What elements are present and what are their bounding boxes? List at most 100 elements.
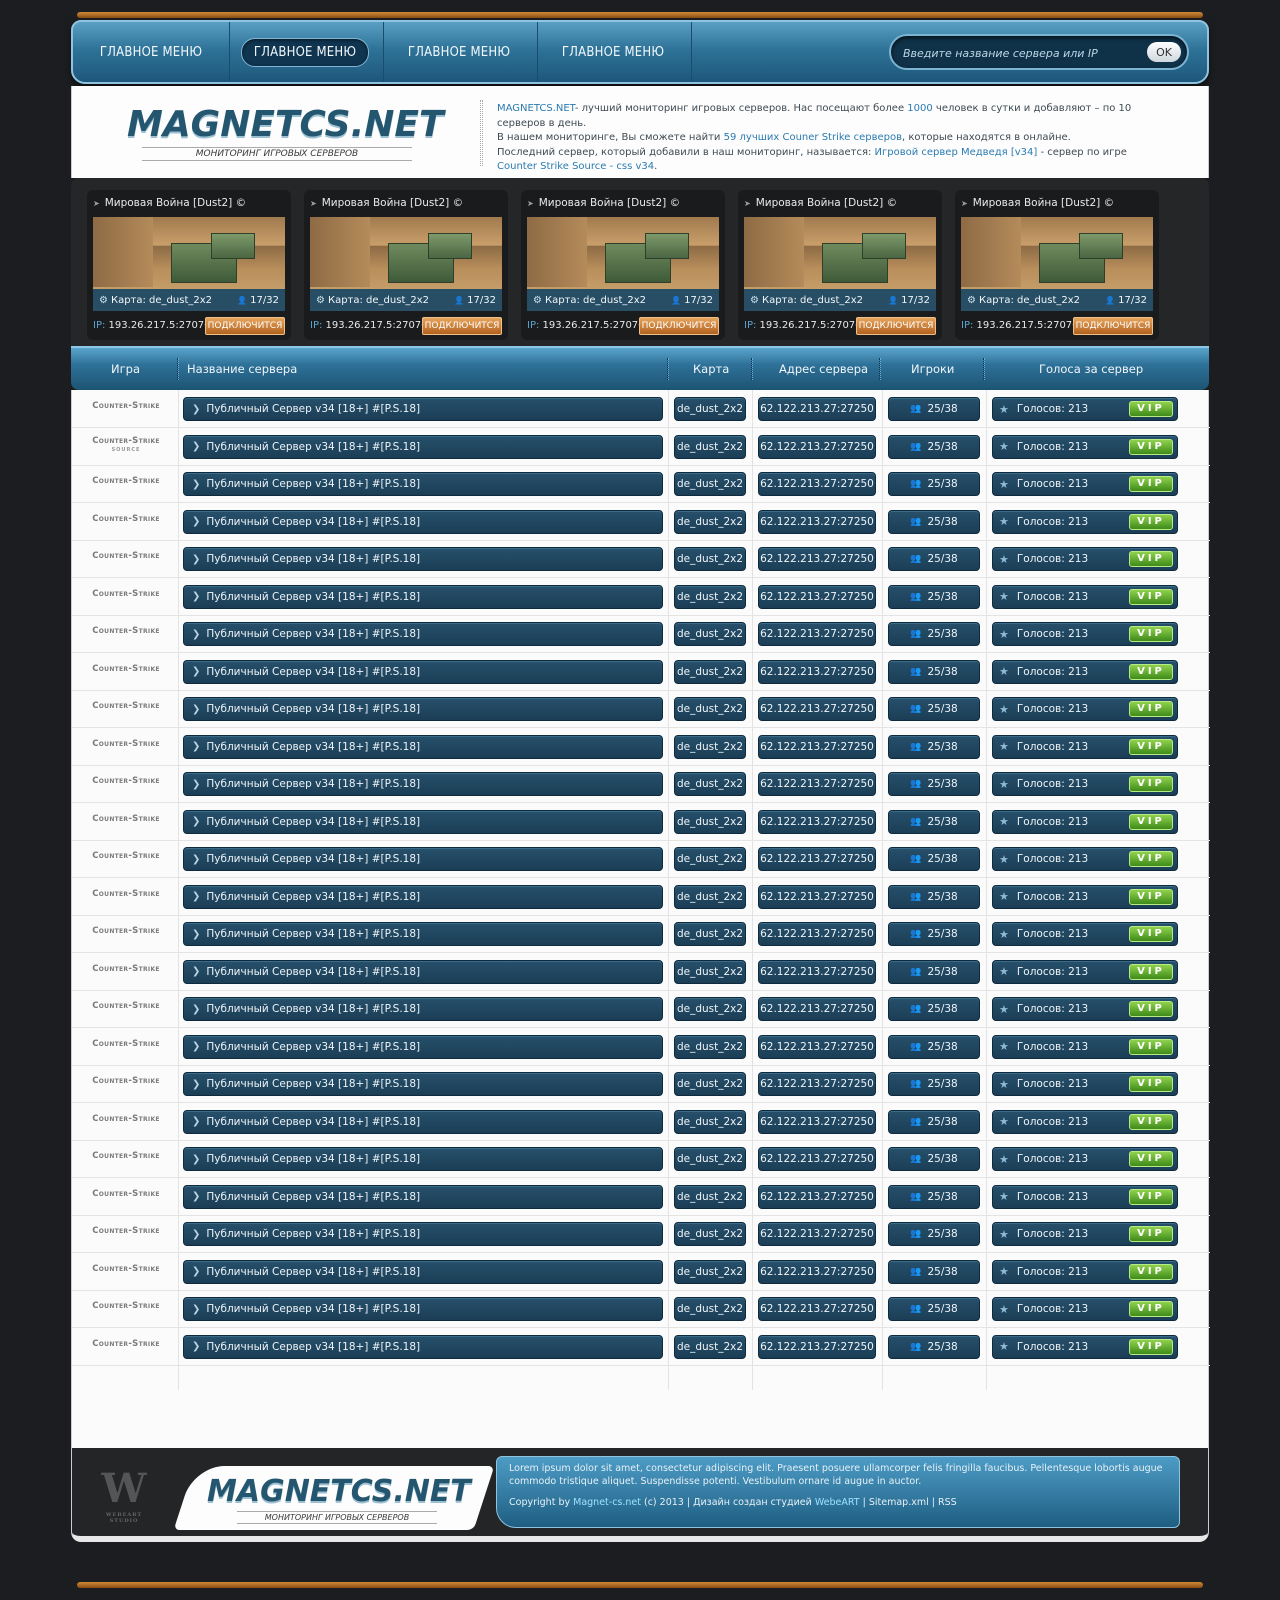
vip-button[interactable]: VIP: [1129, 438, 1173, 455]
table-row[interactable]: Counter-Strike ❯ Публичный Сервер v34 [18+…: [72, 803, 1210, 841]
table-row[interactable]: Counter-Strike ❯ Публичный Сервер v34 [18+…: [72, 765, 1210, 803]
th-game[interactable]: Игра: [111, 348, 140, 390]
server-address[interactable]: 62.122.213.27:27250: [758, 809, 876, 834]
th-name[interactable]: Название сервера: [187, 348, 297, 390]
table-row[interactable]: Counter-Strike ❯ Публичный Сервер v34 [18+…: [72, 1328, 1210, 1366]
table-row[interactable]: Counter-Strike ❯ Публичный Сервер v34 [18+…: [72, 578, 1210, 616]
vip-button[interactable]: VIP: [1129, 626, 1173, 642]
server-name[interactable]: ❯ Публичный Сервер v34 [18+] #[P.S.18]: [183, 734, 663, 759]
site-logo[interactable]: MAGNETCS.NET МОНИТОРИНГ ИГРОВЫХ СЕРВЕРОВ: [127, 104, 444, 161]
server-address[interactable]: 62.122.213.27:27250: [758, 397, 876, 421]
server-name[interactable]: ❯ Публичный Сервер v34 [18+] #[P.S.18]: [183, 772, 663, 796]
server-address[interactable]: 62.122.213.27:27250: [758, 922, 876, 946]
vip-button[interactable]: VIP: [1129, 813, 1173, 830]
connect-button[interactable]: ПОДКЛЮЧИТСЯ: [205, 317, 285, 335]
vip-button[interactable]: VIP: [1129, 1263, 1173, 1280]
table-row[interactable]: Counter-Strike ❯ Публичный Сервер v34 [18+…: [72, 1028, 1210, 1066]
vip-button[interactable]: VIP: [1129, 551, 1173, 567]
th-map[interactable]: Карта: [693, 348, 729, 390]
connect-button[interactable]: ПОДКЛЮЧИТСЯ: [1073, 317, 1153, 335]
server-address[interactable]: 62.122.213.27:27250: [758, 584, 876, 609]
best-servers-link[interactable]: 59 лучших Couner Strike серверов: [724, 132, 902, 143]
nav-item-main-menu[interactable]: ГЛАВНОЕ МЕНЮ: [381, 22, 538, 82]
vip-button[interactable]: VIP: [1129, 1188, 1173, 1205]
vip-button[interactable]: VIP: [1129, 1301, 1173, 1317]
table-row[interactable]: Counter-Strike ❯ Публичный Сервер v34 [18+…: [72, 690, 1210, 728]
vip-button[interactable]: VIP: [1129, 1151, 1173, 1167]
server-address[interactable]: 62.122.213.27:27250: [758, 884, 876, 909]
table-row[interactable]: Counter-Strike ❯ Публичный Сервер v34 [18+…: [72, 1103, 1210, 1141]
studio-link[interactable]: WebeART: [815, 1497, 860, 1508]
table-row[interactable]: Counter-Strike ❯ Публичный Сервер v34 [18+…: [72, 503, 1210, 541]
table-row[interactable]: Counter-Strike ❯ Публичный Сервер v34 [18+…: [72, 615, 1210, 653]
connect-button[interactable]: ПОДКЛЮЧИТСЯ: [422, 317, 502, 335]
server-address[interactable]: 62.122.213.27:27250: [758, 509, 876, 534]
connect-button[interactable]: ПОДКЛЮЧИТСЯ: [639, 317, 719, 335]
server-address[interactable]: 62.122.213.27:27250: [758, 472, 876, 496]
featured-server-card[interactable]: ➤ Мировая Война [Dust2] © ⚙ Карта: de_dust_…: [955, 190, 1159, 340]
server-address[interactable]: 62.122.213.27:27250: [758, 1147, 876, 1171]
server-address[interactable]: 62.122.213.27:27250: [758, 772, 876, 796]
vip-button[interactable]: VIP: [1129, 1338, 1173, 1355]
server-name[interactable]: ❯ Публичный Сервер v34 [18+] #[P.S.18]: [183, 434, 663, 459]
vip-button[interactable]: VIP: [1129, 1001, 1173, 1017]
server-address[interactable]: 62.122.213.27:27250: [758, 659, 876, 684]
server-name[interactable]: ❯ Публичный Сервер v34 [18+] #[P.S.18]: [183, 1259, 663, 1284]
server-address[interactable]: 62.122.213.27:27250: [758, 1222, 876, 1246]
server-address[interactable]: 62.122.213.27:27250: [758, 622, 876, 646]
vip-button[interactable]: VIP: [1129, 513, 1173, 530]
table-row[interactable]: Counter-Strike ❯ Публичный Сервер v34 [18+…: [72, 990, 1210, 1028]
vip-button[interactable]: VIP: [1129, 1226, 1173, 1242]
table-row[interactable]: Counter-Strike ❯ Публичный Сервер v34 [18+…: [72, 1290, 1210, 1328]
nav-item-main-menu[interactable]: ГЛАВНОЕ МЕНЮ: [227, 22, 384, 82]
server-name[interactable]: ❯ Публичный Сервер v34 [18+] #[P.S.18]: [183, 809, 663, 834]
vip-button[interactable]: VIP: [1129, 1113, 1173, 1130]
site-name-link[interactable]: MAGNETCS.NET: [497, 103, 575, 114]
vip-button[interactable]: VIP: [1129, 401, 1173, 417]
table-row[interactable]: Counter-Strike ❯ Публичный Сервер v34 [18+…: [72, 653, 1210, 691]
th-address[interactable]: Адрес сервера: [779, 348, 868, 390]
server-address[interactable]: 62.122.213.27:27250: [758, 547, 876, 571]
server-name[interactable]: ❯ Публичный Сервер v34 [18+] #[P.S.18]: [183, 1109, 663, 1134]
table-row[interactable]: Counter-Strike ❯ Публичный Сервер v34 [18+…: [72, 1065, 1210, 1103]
server-address[interactable]: 62.122.213.27:27250: [758, 434, 876, 459]
server-name[interactable]: ❯ Публичный Сервер v34 [18+] #[P.S.18]: [183, 884, 663, 909]
table-row[interactable]: Counter-Strike SOURCE ❯ Публичный Сервер v3…: [72, 428, 1210, 466]
footer-logo[interactable]: MAGNETCS.NET МОНИТОРИНГ ИГРОВЫХ СЕРВЕРОВ: [207, 1474, 471, 1524]
vip-button[interactable]: VIP: [1129, 776, 1173, 792]
vip-button[interactable]: VIP: [1129, 1076, 1173, 1092]
table-row[interactable]: Counter-Strike ❯ Публичный Сервер v34 [18+…: [72, 878, 1210, 916]
table-row[interactable]: Counter-Strike ❯ Публичный Сервер v34 [18+…: [72, 953, 1210, 991]
server-name[interactable]: ❯ Публичный Сервер v34 [18+] #[P.S.18]: [183, 1147, 663, 1171]
featured-server-card[interactable]: ➤ Мировая Война [Dust2] © ⚙ Карта: de_dust_…: [87, 190, 291, 340]
server-name[interactable]: ❯ Публичный Сервер v34 [18+] #[P.S.18]: [183, 1072, 663, 1096]
table-row[interactable]: Counter-Strike ❯ Публичный Сервер v34 [18+…: [72, 728, 1210, 766]
server-address[interactable]: 62.122.213.27:27250: [758, 1109, 876, 1134]
table-row[interactable]: Counter-Strike ❯ Публичный Сервер v34 [18+…: [72, 840, 1210, 878]
server-name[interactable]: ❯ Публичный Сервер v34 [18+] #[P.S.18]: [183, 509, 663, 534]
table-row[interactable]: Counter-Strike ❯ Публичный Сервер v34 [18+…: [72, 1253, 1210, 1291]
table-row[interactable]: Counter-Strike ❯ Публичный Сервер v34 [18+…: [72, 465, 1210, 503]
server-name[interactable]: ❯ Публичный Сервер v34 [18+] #[P.S.18]: [183, 1184, 663, 1209]
server-name[interactable]: ❯ Публичный Сервер v34 [18+] #[P.S.18]: [183, 547, 663, 571]
table-row[interactable]: Counter-Strike ❯ Публичный Сервер v34 [18+…: [72, 1215, 1210, 1253]
vip-button[interactable]: VIP: [1129, 476, 1173, 492]
table-row[interactable]: Counter-Strike ❯ Публичный Сервер v34 [18+…: [72, 1140, 1210, 1178]
table-row[interactable]: Counter-Strike ❯ Публичный Сервер v34 [18+…: [72, 1178, 1210, 1216]
vip-button[interactable]: VIP: [1129, 888, 1173, 905]
server-address[interactable]: 62.122.213.27:27250: [758, 697, 876, 721]
server-name[interactable]: ❯ Публичный Сервер v34 [18+] #[P.S.18]: [183, 1034, 663, 1059]
table-row[interactable]: Counter-Strike ❯ Публичный Сервер v34 [18+…: [72, 915, 1210, 953]
connect-button[interactable]: ПОДКЛЮЧИТСЯ: [856, 317, 936, 335]
featured-server-card[interactable]: ➤ Мировая Война [Dust2] © ⚙ Карта: de_dust_…: [304, 190, 508, 340]
server-address[interactable]: 62.122.213.27:27250: [758, 1334, 876, 1359]
server-name[interactable]: ❯ Публичный Сервер v34 [18+] #[P.S.18]: [183, 1222, 663, 1246]
server-address[interactable]: 62.122.213.27:27250: [758, 959, 876, 984]
server-name[interactable]: ❯ Публичный Сервер v34 [18+] #[P.S.18]: [183, 697, 663, 721]
vip-button[interactable]: VIP: [1129, 738, 1173, 755]
featured-server-card[interactable]: ➤ Мировая Война [Dust2] © ⚙ Карта: de_dust_…: [738, 190, 942, 340]
server-name[interactable]: ❯ Публичный Сервер v34 [18+] #[P.S.18]: [183, 922, 663, 946]
vip-button[interactable]: VIP: [1129, 588, 1173, 605]
vip-button[interactable]: VIP: [1129, 701, 1173, 717]
vip-button[interactable]: VIP: [1129, 963, 1173, 980]
